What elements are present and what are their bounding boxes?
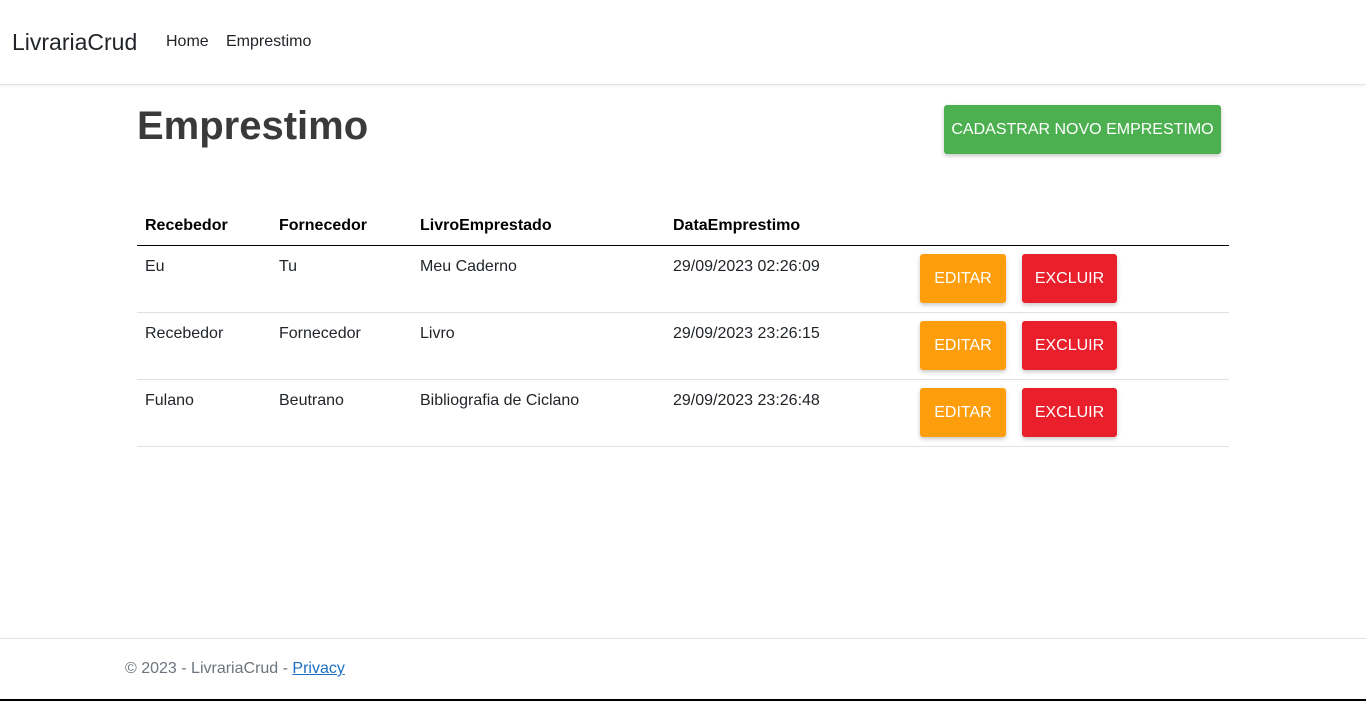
column-header-fornecedor: Fornecedor <box>279 217 368 234</box>
table-header: Recebedor Fornecedor LivroEmprestado Dat… <box>137 204 1229 246</box>
cell-livro: Bibliografia de Ciclano <box>420 392 580 409</box>
cell-recebedor: Recebedor <box>145 325 224 342</box>
column-header-data-emprestimo: DataEmprestimo <box>673 217 801 234</box>
table-row: Eu Tu Meu Caderno 29/09/2023 02:26:09 ED… <box>137 246 1229 313</box>
brand-link[interactable]: LivrariaCrud <box>12 28 137 56</box>
delete-button[interactable]: EXCLUIR <box>1022 388 1117 437</box>
navbar: LivrariaCrud Home Emprestimo <box>0 0 1366 85</box>
page-title: Emprestimo <box>137 104 369 148</box>
column-header-recebedor: Recebedor <box>145 217 228 234</box>
page: LivrariaCrud Home Emprestimo Emprestimo … <box>0 0 1366 701</box>
delete-button[interactable]: EXCLUIR <box>1022 254 1117 303</box>
edit-button[interactable]: EDITAR <box>920 388 1006 437</box>
table-row: Recebedor Fornecedor Livro 29/09/2023 23… <box>137 313 1229 380</box>
delete-button[interactable]: EXCLUIR <box>1022 321 1117 370</box>
new-loan-button[interactable]: CADASTRAR NOVO EMPRESTIMO <box>944 105 1221 154</box>
cell-data: 29/09/2023 02:26:09 <box>673 258 820 275</box>
cell-data: 29/09/2023 23:26:48 <box>673 392 820 409</box>
cell-fornecedor: Fornecedor <box>279 325 361 342</box>
cell-fornecedor: Tu <box>279 258 298 275</box>
footer: © 2023 - LivrariaCrud - Privacy <box>0 638 1366 699</box>
cell-livro: Livro <box>420 325 455 342</box>
privacy-link[interactable]: Privacy <box>292 660 344 677</box>
column-header-livro-emprestado: LivroEmprestado <box>420 217 552 234</box>
cell-livro: Meu Caderno <box>420 258 517 275</box>
cell-data: 29/09/2023 23:26:15 <box>673 325 820 342</box>
nav-link-home[interactable]: Home <box>166 32 209 52</box>
nav-link-emprestimo[interactable]: Emprestimo <box>226 32 311 52</box>
table-row: Fulano Beutrano Bibliografia de Ciclano … <box>137 380 1229 447</box>
cell-recebedor: Fulano <box>145 392 194 409</box>
cell-recebedor: Eu <box>145 258 165 275</box>
footer-copyright: © 2023 - LivrariaCrud - <box>125 660 293 677</box>
footer-text: © 2023 - LivrariaCrud - Privacy <box>125 660 345 678</box>
edit-button[interactable]: EDITAR <box>920 321 1006 370</box>
edit-button[interactable]: EDITAR <box>920 254 1006 303</box>
cell-fornecedor: Beutrano <box>279 392 344 409</box>
loans-table: Recebedor Fornecedor LivroEmprestado Dat… <box>137 204 1229 447</box>
